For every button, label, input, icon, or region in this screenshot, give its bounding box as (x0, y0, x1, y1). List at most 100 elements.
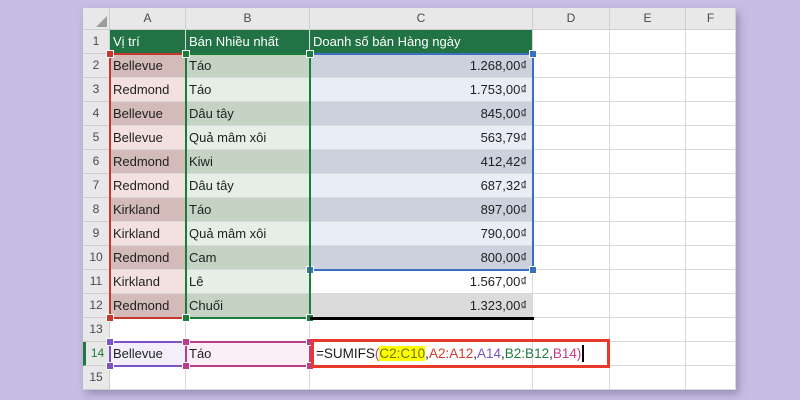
cell-B3[interactable]: Táo (186, 78, 310, 102)
cell-E11[interactable] (610, 270, 686, 294)
cell-A5[interactable]: Bellevue (110, 126, 186, 150)
column-header-F[interactable]: F (686, 8, 736, 30)
cell-F7[interactable] (686, 174, 736, 198)
cell-A10[interactable]: Redmond (110, 246, 186, 270)
row-header-2[interactable]: 2 (83, 54, 110, 78)
cell-D15[interactable] (533, 366, 610, 390)
cell-D4[interactable] (533, 102, 610, 126)
cell-A11[interactable]: Kirkland (110, 270, 186, 294)
cell-B6[interactable]: Kiwi (186, 150, 310, 174)
cell-C2[interactable]: 1.268,00₫ (310, 54, 533, 78)
cell-C13[interactable] (310, 318, 533, 342)
cell-A13[interactable] (110, 318, 186, 342)
column-header-B[interactable]: B (186, 8, 310, 30)
row-header-11[interactable]: 11 (83, 270, 110, 294)
cell-E7[interactable] (610, 174, 686, 198)
column-header-A[interactable]: A (110, 8, 186, 30)
cell-A8[interactable]: Kirkland (110, 198, 186, 222)
cell-E8[interactable] (610, 198, 686, 222)
cell-B5[interactable]: Quả mâm xôi (186, 126, 310, 150)
cell-B12[interactable]: Chuối (186, 294, 310, 318)
cell-E5[interactable] (610, 126, 686, 150)
cell-F2[interactable] (686, 54, 736, 78)
cell-C3[interactable]: 1.753,00₫ (310, 78, 533, 102)
cell-C1[interactable]: Doanh số bán Hàng ngày (310, 30, 533, 54)
cell-F4[interactable] (686, 102, 736, 126)
cell-D10[interactable] (533, 246, 610, 270)
cell-C4[interactable]: 845,00₫ (310, 102, 533, 126)
cell-D5[interactable] (533, 126, 610, 150)
cell-B4[interactable]: Dâu tây (186, 102, 310, 126)
cell-B7[interactable]: Dâu tây (186, 174, 310, 198)
row-header-3[interactable]: 3 (83, 78, 110, 102)
cell-D13[interactable] (533, 318, 610, 342)
cell-F13[interactable] (686, 318, 736, 342)
cell-E12[interactable] (610, 294, 686, 318)
cell-D7[interactable] (533, 174, 610, 198)
cell-F11[interactable] (686, 270, 736, 294)
cell-C10[interactable]: 800,00₫ (310, 246, 533, 270)
cell-B8[interactable]: Táo (186, 198, 310, 222)
cell-B2[interactable]: Táo (186, 54, 310, 78)
column-header-E[interactable]: E (610, 8, 686, 30)
cell-A3[interactable]: Redmond (110, 78, 186, 102)
cell-B11[interactable]: Lê (186, 270, 310, 294)
row-header-9[interactable]: 9 (83, 222, 110, 246)
cell-C8[interactable]: 897,00₫ (310, 198, 533, 222)
cell-D3[interactable] (533, 78, 610, 102)
cell-F12[interactable] (686, 294, 736, 318)
cell-A7[interactable]: Redmond (110, 174, 186, 198)
cell-E14[interactable] (610, 342, 686, 366)
row-header-5[interactable]: 5 (83, 126, 110, 150)
cell-B9[interactable]: Quả mâm xôi (186, 222, 310, 246)
cell-F10[interactable] (686, 246, 736, 270)
cell-D8[interactable] (533, 198, 610, 222)
cell-D6[interactable] (533, 150, 610, 174)
row-header-10[interactable]: 10 (83, 246, 110, 270)
cell-C9[interactable]: 790,00₫ (310, 222, 533, 246)
cell-D11[interactable] (533, 270, 610, 294)
cell-A1[interactable]: Vị trí (110, 30, 186, 54)
cell-A2[interactable]: Bellevue (110, 54, 186, 78)
row-header-12[interactable]: 12 (83, 294, 110, 318)
cell-E6[interactable] (610, 150, 686, 174)
cell-A9[interactable]: Kirkland (110, 222, 186, 246)
cell-F3[interactable] (686, 78, 736, 102)
cell-B14[interactable]: Táo (186, 342, 310, 366)
cell-E13[interactable] (610, 318, 686, 342)
column-header-D[interactable]: D (533, 8, 610, 30)
cell-B10[interactable]: Cam (186, 246, 310, 270)
cell-E3[interactable] (610, 78, 686, 102)
cell-C12[interactable]: 1.323,00₫ (310, 294, 533, 318)
cell-E9[interactable] (610, 222, 686, 246)
row-header-1[interactable]: 1 (83, 30, 110, 54)
cell-F15[interactable] (686, 366, 736, 390)
cell-C7[interactable]: 687,32₫ (310, 174, 533, 198)
cell-C15[interactable] (310, 366, 533, 390)
cell-D1[interactable] (533, 30, 610, 54)
row-header-14[interactable]: 14 (83, 342, 110, 366)
cell-A12[interactable]: Redmond (110, 294, 186, 318)
cell-F5[interactable] (686, 126, 736, 150)
cell-E2[interactable] (610, 54, 686, 78)
cell-A6[interactable]: Redmond (110, 150, 186, 174)
formula-input-c14[interactable]: =SUMIFS(C2:C10, A2:A12, A14, B2:B12, B14) (316, 342, 584, 365)
cell-B1[interactable]: Bán Nhiều nhất (186, 30, 310, 54)
row-header-13[interactable]: 13 (83, 318, 110, 342)
cell-F6[interactable] (686, 150, 736, 174)
cell-D2[interactable] (533, 54, 610, 78)
row-header-15[interactable]: 15 (83, 366, 110, 390)
cell-C11[interactable]: 1.567,00₫ (310, 270, 533, 294)
cell-C6[interactable]: 412,42₫ (310, 150, 533, 174)
cell-E10[interactable] (610, 246, 686, 270)
column-header-C[interactable]: C (310, 8, 533, 30)
row-header-6[interactable]: 6 (83, 150, 110, 174)
cell-A15[interactable] (110, 366, 186, 390)
row-header-8[interactable]: 8 (83, 198, 110, 222)
cell-B15[interactable] (186, 366, 310, 390)
cell-F1[interactable] (686, 30, 736, 54)
cell-C5[interactable]: 563,79₫ (310, 126, 533, 150)
select-all-button[interactable] (83, 8, 110, 30)
cell-E1[interactable] (610, 30, 686, 54)
cell-E4[interactable] (610, 102, 686, 126)
